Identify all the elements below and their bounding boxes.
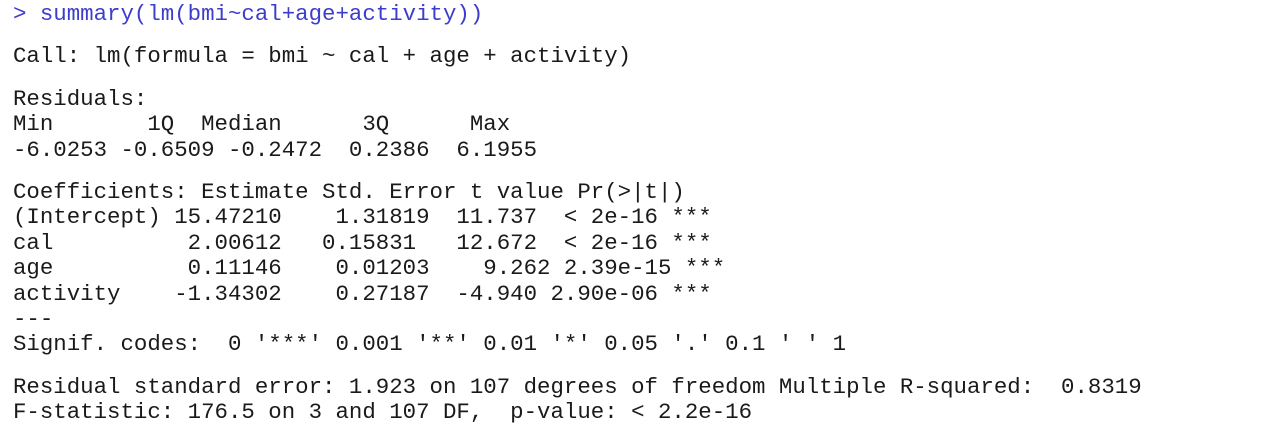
residuals-heading: Residuals: xyxy=(13,86,148,112)
coefficient-row-age: age 0.11146 0.01203 9.262 2.39e-15 *** xyxy=(13,255,726,281)
residuals-labels-row: Min 1Q Median 3Q Max xyxy=(13,111,511,137)
coefficients-header-row: Coefficients: Estimate Std. Error t valu… xyxy=(13,179,685,205)
residuals-values-row: -6.0253 -0.6509 -0.2472 0.2386 6.1955 xyxy=(13,137,538,163)
prompt-spacer xyxy=(26,1,39,27)
call-line: Call: lm(formula = bmi ~ cal + age + act… xyxy=(13,43,632,69)
command-text: summary(lm(bmi~cal+age+activity)) xyxy=(39,1,484,27)
coefficient-row-activity: activity -1.34302 0.27187 -4.940 2.90e-0… xyxy=(13,281,712,307)
residual-standard-error-line: Residual standard error: 1.923 on 107 de… xyxy=(13,374,1142,400)
command-line: > summary(lm(bmi~cal+age+activity)) xyxy=(13,1,483,27)
coefficients-separator: --- xyxy=(13,306,54,332)
f-statistic-line: F-statistic: 176.5 on 3 and 107 DF, p-va… xyxy=(13,399,753,425)
signif-codes-line: Signif. codes: 0 '***' 0.001 '**' 0.01 '… xyxy=(13,331,847,357)
prompt-symbol: > xyxy=(13,1,27,27)
r-console-output: > summary(lm(bmi~cal+age+activity)) Call… xyxy=(0,0,1284,427)
coefficient-row-cal: cal 2.00612 0.15831 12.672 < 2e-16 *** xyxy=(13,230,712,256)
coefficient-row-intercept: (Intercept) 15.47210 1.31819 11.737 < 2e… xyxy=(13,204,712,230)
